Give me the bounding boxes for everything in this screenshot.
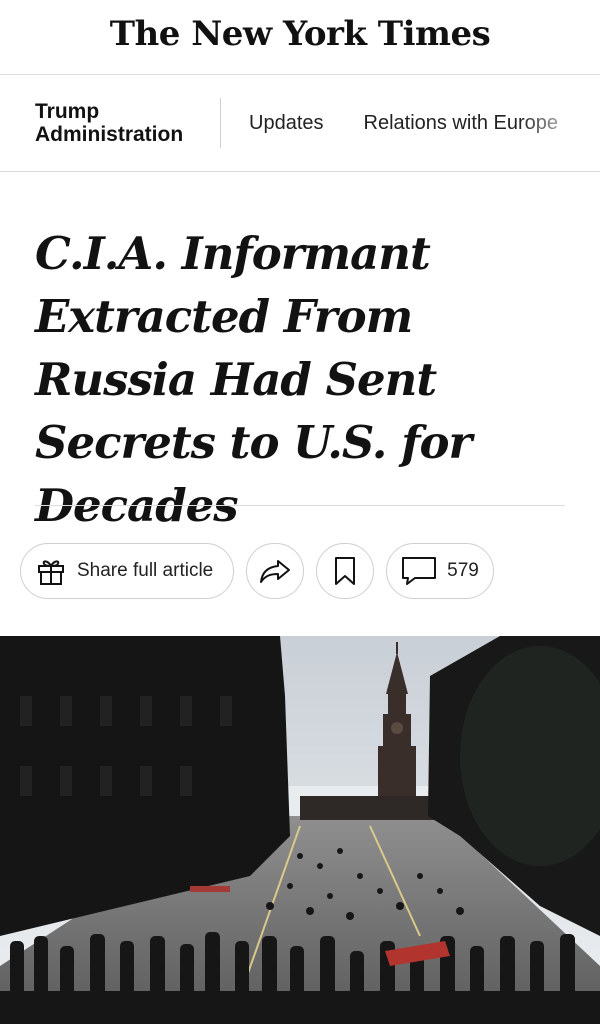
gift-icon <box>35 555 67 587</box>
bookmark-icon <box>334 556 356 586</box>
save-bookmark-button[interactable] <box>316 543 374 599</box>
red-square-photo <box>0 636 600 1024</box>
comment-count: 579 <box>447 560 479 581</box>
section-label[interactable]: Trump Administration <box>35 100 210 146</box>
article-photo <box>0 636 600 1024</box>
nav-scroll-fade <box>520 75 600 171</box>
comment-icon <box>401 556 437 586</box>
nav-link-updates[interactable]: Updates <box>249 112 324 135</box>
share-full-article-label: Share full article <box>77 560 214 581</box>
article-actions: Share full article 579 <box>20 542 506 600</box>
share-full-article-button[interactable]: Share full article <box>20 543 234 599</box>
article-headline: C.I.A. Informant Extracted From Russia H… <box>35 227 472 532</box>
headline-divider <box>35 505 565 506</box>
share-button[interactable] <box>246 543 304 599</box>
nav-divider <box>220 98 221 148</box>
comments-button[interactable]: 579 <box>386 543 494 599</box>
share-arrow-icon <box>258 557 292 585</box>
section-nav: Trump Administration Updates Relations w… <box>0 75 600 172</box>
nyt-logo[interactable]: The New York Times <box>110 14 491 54</box>
masthead: The New York Times <box>0 0 600 75</box>
